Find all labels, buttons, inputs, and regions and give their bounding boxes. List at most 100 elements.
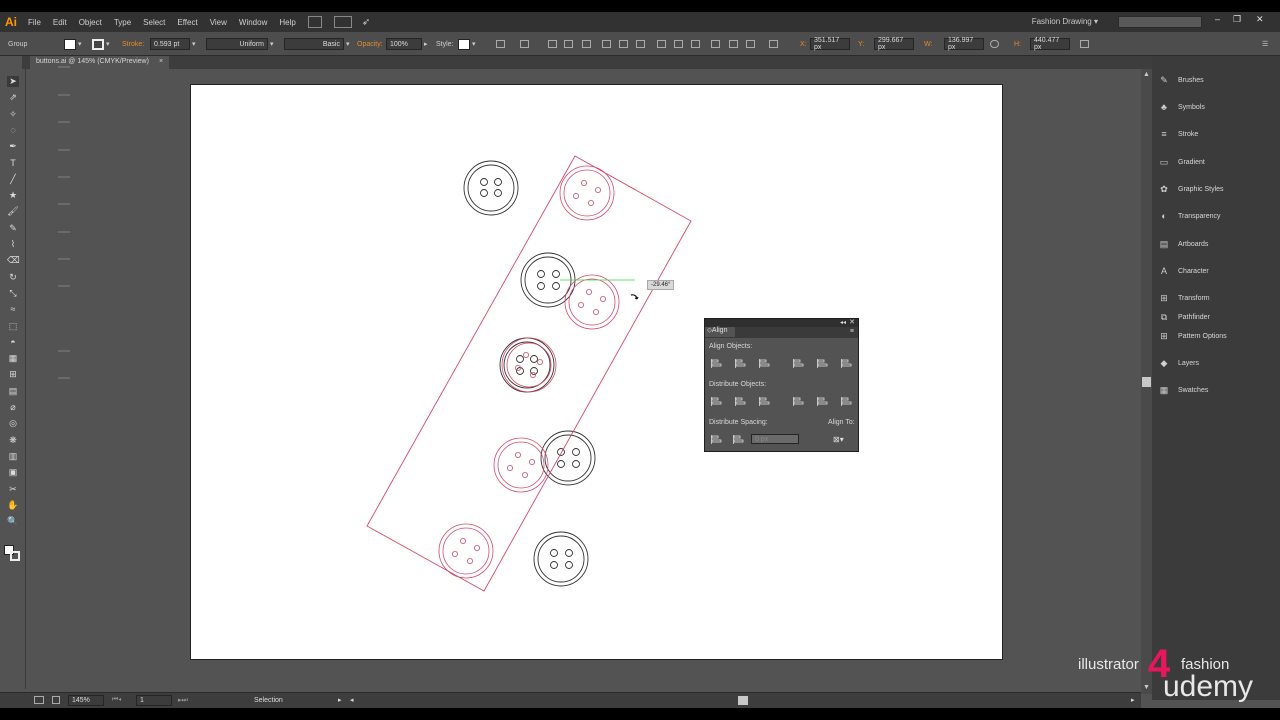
button-selected-4[interactable] bbox=[493, 437, 549, 493]
panel-group-divider[interactable] bbox=[58, 258, 70, 260]
panel-menu-icon[interactable]: ☰ bbox=[1262, 38, 1268, 50]
button-selected-1[interactable] bbox=[559, 165, 615, 221]
panel-label: Brushes bbox=[1178, 76, 1204, 84]
symbols-icon: ♣ bbox=[1161, 102, 1167, 112]
panel-group-divider[interactable] bbox=[58, 231, 70, 233]
horizontal-align-left-icon[interactable] bbox=[711, 359, 722, 368]
scroll-thumb[interactable] bbox=[1142, 377, 1151, 387]
button-black-1[interactable] bbox=[463, 160, 519, 216]
panel-pathfinder[interactable]: ⧉ Pathfinder bbox=[1158, 312, 1268, 322]
character-icon: A bbox=[1160, 266, 1167, 276]
align-to-label: Align To: bbox=[828, 419, 855, 426]
align-tab[interactable]: ⬦Align bbox=[705, 327, 735, 337]
close-panel-icon[interactable]: ✕ bbox=[849, 318, 855, 326]
artboard-nav-icon[interactable] bbox=[34, 696, 44, 704]
panel-artboards[interactable]: ▤ Artboards bbox=[1158, 239, 1268, 249]
button-selected-5[interactable] bbox=[438, 523, 494, 579]
panel-group-divider[interactable] bbox=[58, 66, 70, 68]
panel-label: Graphic Styles bbox=[1178, 185, 1224, 193]
vertical-align-top-icon[interactable] bbox=[793, 359, 804, 368]
vertical-align-bottom-icon[interactable] bbox=[841, 359, 852, 368]
panel-group-divider[interactable] bbox=[58, 176, 70, 178]
button-black-5[interactable] bbox=[499, 337, 555, 393]
stroke-icon: ≡ bbox=[1161, 129, 1167, 139]
restore-button[interactable]: ❐ bbox=[1233, 14, 1241, 25]
panel-label: Stroke bbox=[1178, 130, 1199, 138]
align-panel-header[interactable]: ◂◂ ✕ bbox=[705, 319, 858, 327]
panel-brushes[interactable]: ✎ Brushes bbox=[1158, 75, 1268, 85]
artboard-number-field[interactable]: 1 bbox=[136, 695, 172, 706]
panel-gradient[interactable]: ▭ Gradient bbox=[1158, 157, 1268, 167]
horizontal-distribute-left-icon[interactable] bbox=[793, 397, 804, 406]
panel-group-divider[interactable] bbox=[58, 377, 70, 379]
panel-symbols[interactable]: ♣ Symbols bbox=[1158, 102, 1268, 112]
transform-icon: ⊞ bbox=[1160, 293, 1168, 303]
panel-label: Transform bbox=[1178, 294, 1210, 302]
status-tool-label: Selection bbox=[254, 697, 283, 704]
swatches-icon: ▦ bbox=[1159, 385, 1169, 395]
panel-label: Transparency bbox=[1178, 212, 1221, 220]
zoom-field[interactable]: 145% bbox=[68, 695, 104, 706]
status-bar: 145% ⏮◂ 1 ▸⏭ Selection ▸ ◂ ▸ bbox=[0, 692, 1141, 708]
horizontal-distribute-space-icon[interactable] bbox=[733, 435, 744, 444]
panel-label: Pathfinder bbox=[1178, 313, 1210, 321]
button-black-3[interactable] bbox=[540, 430, 596, 486]
panel-group-divider[interactable] bbox=[58, 350, 70, 352]
panel-swatches[interactable]: ▦ Swatches bbox=[1158, 385, 1268, 395]
align-to-select[interactable]: ⊠▾ bbox=[833, 435, 844, 444]
panel-transform[interactable]: ⊞ Transform bbox=[1158, 293, 1268, 303]
rotation-bounding-box[interactable] bbox=[366, 155, 692, 592]
panel-label: Character bbox=[1178, 267, 1209, 275]
brand-illustrator: illustrator bbox=[1078, 656, 1139, 673]
panel-label: Gradient bbox=[1178, 158, 1205, 166]
rotate-view-icon[interactable] bbox=[52, 696, 60, 704]
first-artboard-icon[interactable]: ⏮◂ bbox=[112, 696, 121, 704]
horizontal-distribute-center-icon[interactable] bbox=[817, 397, 828, 406]
panel-group-divider[interactable] bbox=[58, 285, 70, 287]
panel-dock bbox=[1152, 56, 1280, 700]
align-objects-label: Align Objects: bbox=[709, 343, 753, 350]
vertical-distribute-center-icon[interactable] bbox=[735, 397, 746, 406]
last-artboard-icon[interactable]: ▸⏭ bbox=[178, 696, 188, 705]
panel-label: Symbols bbox=[1178, 103, 1205, 111]
panel-group-divider[interactable] bbox=[58, 149, 70, 151]
panel-group-divider[interactable] bbox=[58, 203, 70, 205]
panel-group-divider[interactable] bbox=[58, 94, 70, 96]
panel-options-icon[interactable]: ≡ bbox=[850, 328, 854, 335]
panel-pattern-options[interactable]: ⊞ Pattern Options bbox=[1158, 331, 1268, 341]
align-tab-label: Align bbox=[711, 327, 728, 334]
artboards-icon: ▤ bbox=[1159, 239, 1169, 249]
distribute-spacing-label: Distribute Spacing: bbox=[709, 419, 768, 426]
horizontal-distribute-right-icon[interactable] bbox=[841, 397, 852, 406]
panel-transparency[interactable]: ◐ Transparency bbox=[1158, 211, 1268, 221]
collapse-icon[interactable]: ◂◂ bbox=[840, 319, 846, 326]
vertical-distribute-bottom-icon[interactable] bbox=[759, 397, 770, 406]
panel-label: Artboards bbox=[1178, 240, 1209, 248]
button-selected-3[interactable] bbox=[501, 337, 557, 393]
pathfinder-icon: ⧉ bbox=[1160, 312, 1168, 322]
horizontal-scroll-thumb[interactable] bbox=[738, 696, 748, 705]
vertical-distribute-space-icon[interactable] bbox=[711, 435, 722, 444]
panel-label: Layers bbox=[1178, 359, 1200, 367]
scroll-up-icon[interactable]: ▲ bbox=[1143, 71, 1150, 78]
horizontal-align-center-icon[interactable] bbox=[735, 359, 746, 368]
button-selected-2[interactable] bbox=[564, 274, 620, 330]
minimize-button[interactable]: – bbox=[1215, 14, 1220, 24]
panel-character[interactable]: A Character bbox=[1158, 266, 1268, 276]
close-window-button[interactable]: ✕ bbox=[1256, 14, 1264, 25]
panel-stroke[interactable]: ≡ Stroke bbox=[1158, 129, 1268, 139]
scroll-left-icon[interactable]: ◂ bbox=[350, 696, 354, 704]
artwork-layer[interactable] bbox=[0, 0, 1140, 692]
brushes-icon: ✎ bbox=[1160, 75, 1168, 85]
panel-label: Swatches bbox=[1178, 386, 1209, 394]
gradient-icon: ▭ bbox=[1159, 157, 1169, 167]
panel-layers[interactable]: ◆ Layers bbox=[1158, 358, 1268, 368]
status-menu-icon[interactable]: ▸ bbox=[338, 696, 342, 704]
panel-graphic-styles[interactable]: ✿ Graphic Styles bbox=[1158, 184, 1268, 194]
panel-group-divider[interactable] bbox=[58, 121, 70, 123]
vertical-align-center-icon[interactable] bbox=[817, 359, 828, 368]
button-black-4[interactable] bbox=[533, 531, 589, 587]
horizontal-align-right-icon[interactable] bbox=[759, 359, 770, 368]
spacing-field[interactable]: 0 px bbox=[751, 434, 799, 444]
vertical-distribute-top-icon[interactable] bbox=[711, 397, 722, 406]
